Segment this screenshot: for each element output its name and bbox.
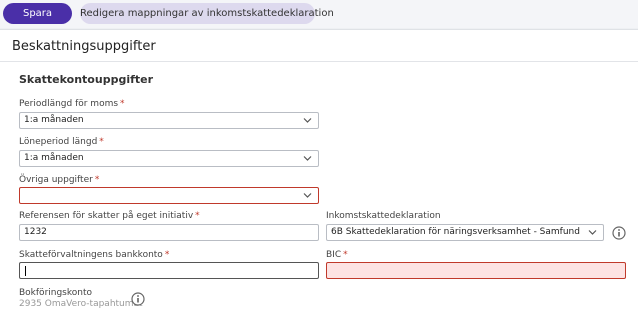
other-tasks-label-text: Övriga uppgifter <box>19 175 93 185</box>
required-marker: * <box>164 250 170 260</box>
bank-account-label: Skatteförvaltningens bankkonto * <box>19 250 169 260</box>
reference-label-text: Referensen för skatter på eget initiativ <box>19 211 194 221</box>
booking-account-label-text: Bokföringskonto <box>19 288 93 298</box>
booking-account-label: Bokföringskonto <box>19 288 92 298</box>
pay-period-label: Löneperiod längd * <box>19 137 104 147</box>
required-marker: * <box>195 211 200 221</box>
chevron-down-icon <box>588 230 597 235</box>
chevron-down-icon <box>303 156 312 161</box>
reference-input[interactable]: 1232 <box>19 224 319 241</box>
booking-account-value: 2935 OmaVero-tapahtumat <box>19 299 143 309</box>
pay-period-value: 1:a månaden <box>24 153 84 163</box>
save-button[interactable]: Spara <box>3 3 72 24</box>
other-tasks-select[interactable] <box>19 187 319 204</box>
vat-period-label-text: Periodlängd för moms <box>19 99 119 109</box>
text-caret <box>25 266 26 276</box>
income-tax-declaration-select[interactable]: 6B Skattedeklaration för näringsverksamh… <box>326 224 604 241</box>
edit-mappings-button[interactable]: Redigera mappningar av inkomstskattedekl… <box>80 3 334 24</box>
required-marker: * <box>94 175 100 185</box>
section-title: Skattekontouppgifter <box>19 73 154 86</box>
tax-details-panel: Beskattningsuppgifter Skattekontouppgift… <box>0 29 638 320</box>
top-toolbar: Spara Redigera mappningar av inkomstskat… <box>0 0 638 28</box>
other-tasks-label: Övriga uppgifter * <box>19 175 99 185</box>
reference-value: 1232 <box>24 227 47 237</box>
bic-label: BIC * <box>326 250 348 260</box>
title-divider <box>0 61 638 62</box>
income-tax-declaration-label-text: Inkomstskattedeklaration <box>326 211 441 221</box>
income-tax-declaration-value: 6B Skattedeklaration för näringsverksamh… <box>331 227 580 237</box>
required-marker: * <box>99 137 104 147</box>
vat-period-select[interactable]: 1:a månaden <box>19 112 319 129</box>
required-marker: * <box>120 99 125 109</box>
bank-account-input[interactable] <box>19 262 319 279</box>
vat-period-label: Periodlängd för moms * <box>19 99 125 109</box>
info-icon[interactable] <box>612 226 626 240</box>
page-title: Beskattningsuppgifter <box>12 39 156 54</box>
bank-account-label-text: Skatteförvaltningens bankkonto <box>19 250 163 260</box>
reference-label: Referensen för skatter på eget initiativ… <box>19 211 200 221</box>
income-tax-declaration-label: Inkomstskattedeklaration <box>326 211 441 221</box>
required-marker: * <box>343 250 348 260</box>
vat-period-value: 1:a månaden <box>24 115 84 125</box>
info-icon[interactable] <box>131 292 145 306</box>
bic-input[interactable] <box>326 262 626 279</box>
chevron-down-icon <box>303 118 312 123</box>
bic-label-text: BIC <box>326 250 342 260</box>
pay-period-select[interactable]: 1:a månaden <box>19 150 319 167</box>
pay-period-label-text: Löneperiod längd <box>19 137 98 147</box>
chevron-down-icon <box>303 193 312 198</box>
